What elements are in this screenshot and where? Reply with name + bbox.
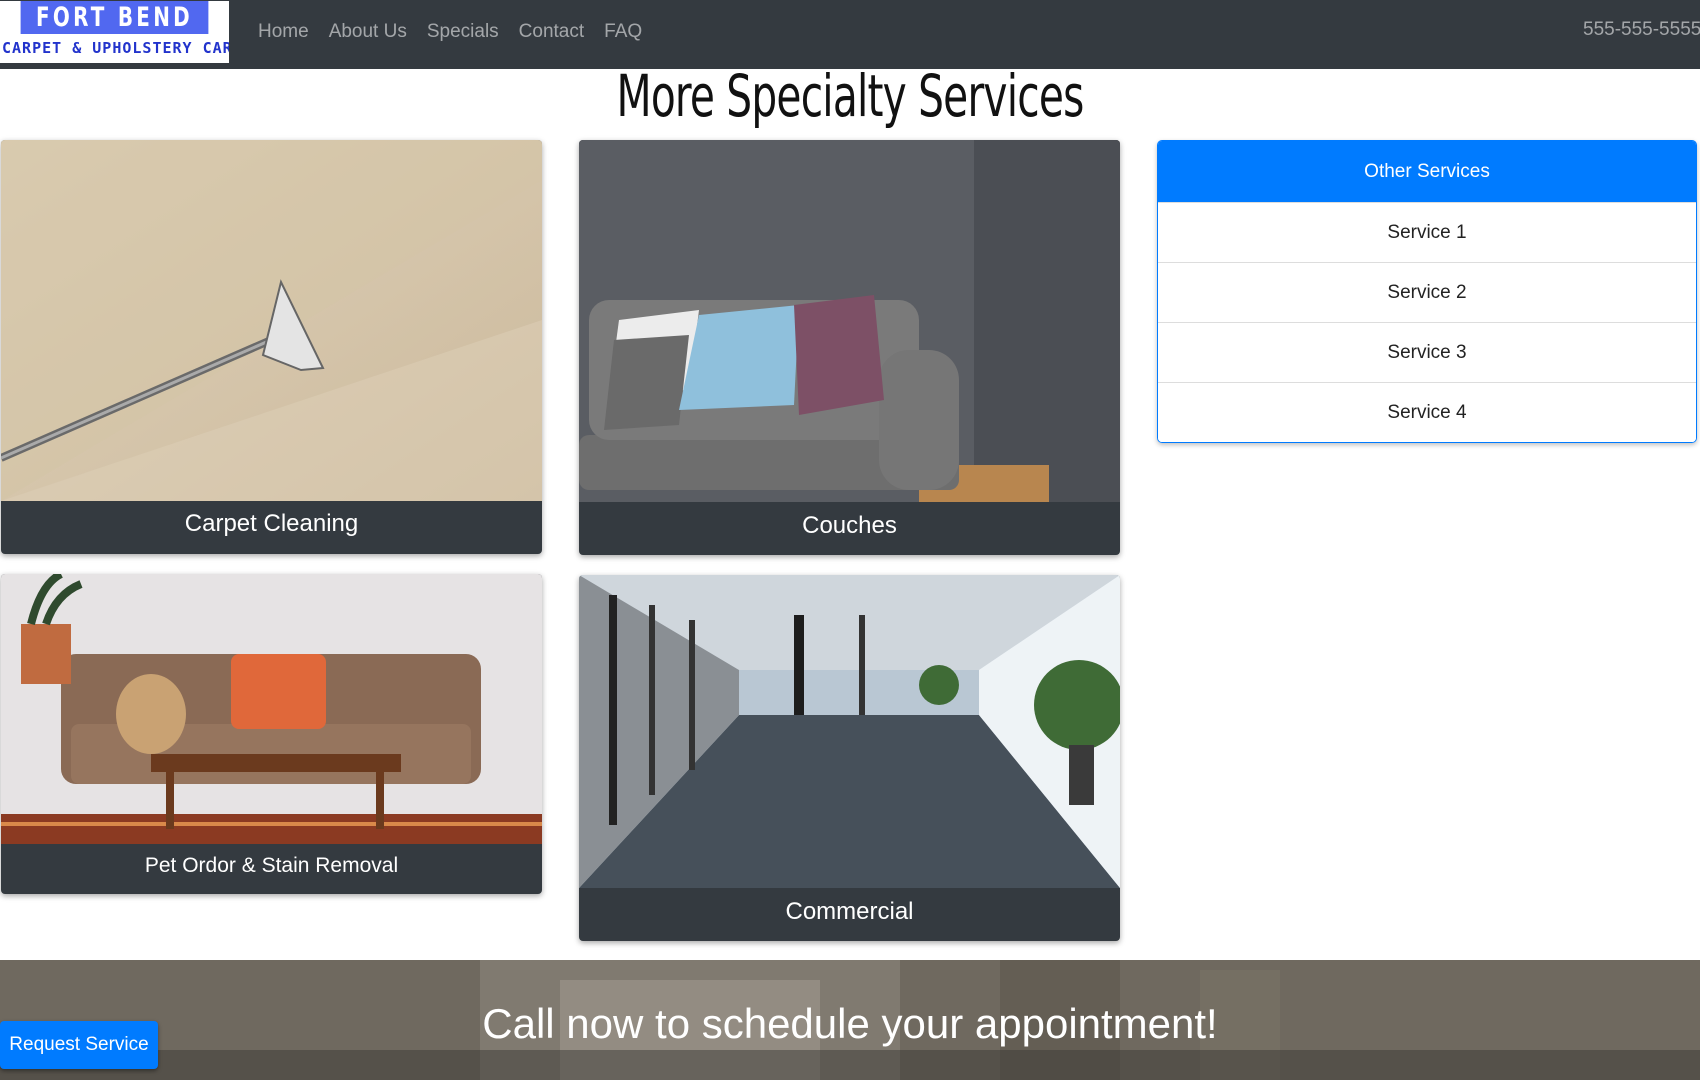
other-services-list: Other Services Service 1 Service 2 Servi… xyxy=(1157,140,1697,443)
nav-contact-link[interactable]: Contact xyxy=(519,21,584,43)
commercial-image xyxy=(579,575,1120,888)
nav-links: Home About Us Specials Contact FAQ xyxy=(258,0,662,64)
service-3-item[interactable]: Service 3 xyxy=(1158,322,1696,382)
nav-specials-link[interactable]: Specials xyxy=(427,21,499,43)
nav-faq-link[interactable]: FAQ xyxy=(604,21,642,43)
service-1-item[interactable]: Service 1 xyxy=(1158,202,1696,262)
service-2-item[interactable]: Service 2 xyxy=(1158,262,1696,322)
nav-home-link[interactable]: Home xyxy=(258,21,309,43)
service-card-couches[interactable]: Couches xyxy=(579,140,1120,555)
service-4-item[interactable]: Service 4 xyxy=(1158,382,1696,442)
phone-number[interactable]: 555-555-5555 xyxy=(1583,19,1700,41)
carpet-cleaning-image xyxy=(1,140,542,501)
card-caption: Carpet Cleaning xyxy=(184,510,359,537)
other-services-heading[interactable]: Other Services xyxy=(1158,141,1696,202)
card-caption: Pet Ordor & Stain Removal xyxy=(144,854,399,877)
navbar: FORT BEND CARPET & UPHOLSTERY CARE Home … xyxy=(0,0,1700,69)
card-caption: Couches xyxy=(802,512,897,539)
request-service-button[interactable]: Request Service xyxy=(0,1021,158,1069)
service-card-carpet-cleaning[interactable]: Carpet Cleaning xyxy=(1,140,542,554)
logo-title: FORT BEND xyxy=(20,1,209,34)
logo-subtitle: CARPET & UPHOLSTERY CARE xyxy=(2,39,229,57)
nav-about-link[interactable]: About Us xyxy=(329,21,407,43)
cta-title: Call now to schedule your appointment! xyxy=(482,1000,1218,1047)
service-card-pet-odor[interactable]: Pet Ordor & Stain Removal xyxy=(1,574,542,894)
service-card-commercial[interactable]: Commercial xyxy=(579,575,1120,941)
card-caption: Commercial xyxy=(785,898,914,925)
pet-odor-image xyxy=(1,574,542,844)
page-title: More Specialty Services xyxy=(616,62,1084,130)
brand-logo[interactable]: FORT BEND CARPET & UPHOLSTERY CARE xyxy=(0,1,229,63)
couches-image xyxy=(579,140,1120,502)
